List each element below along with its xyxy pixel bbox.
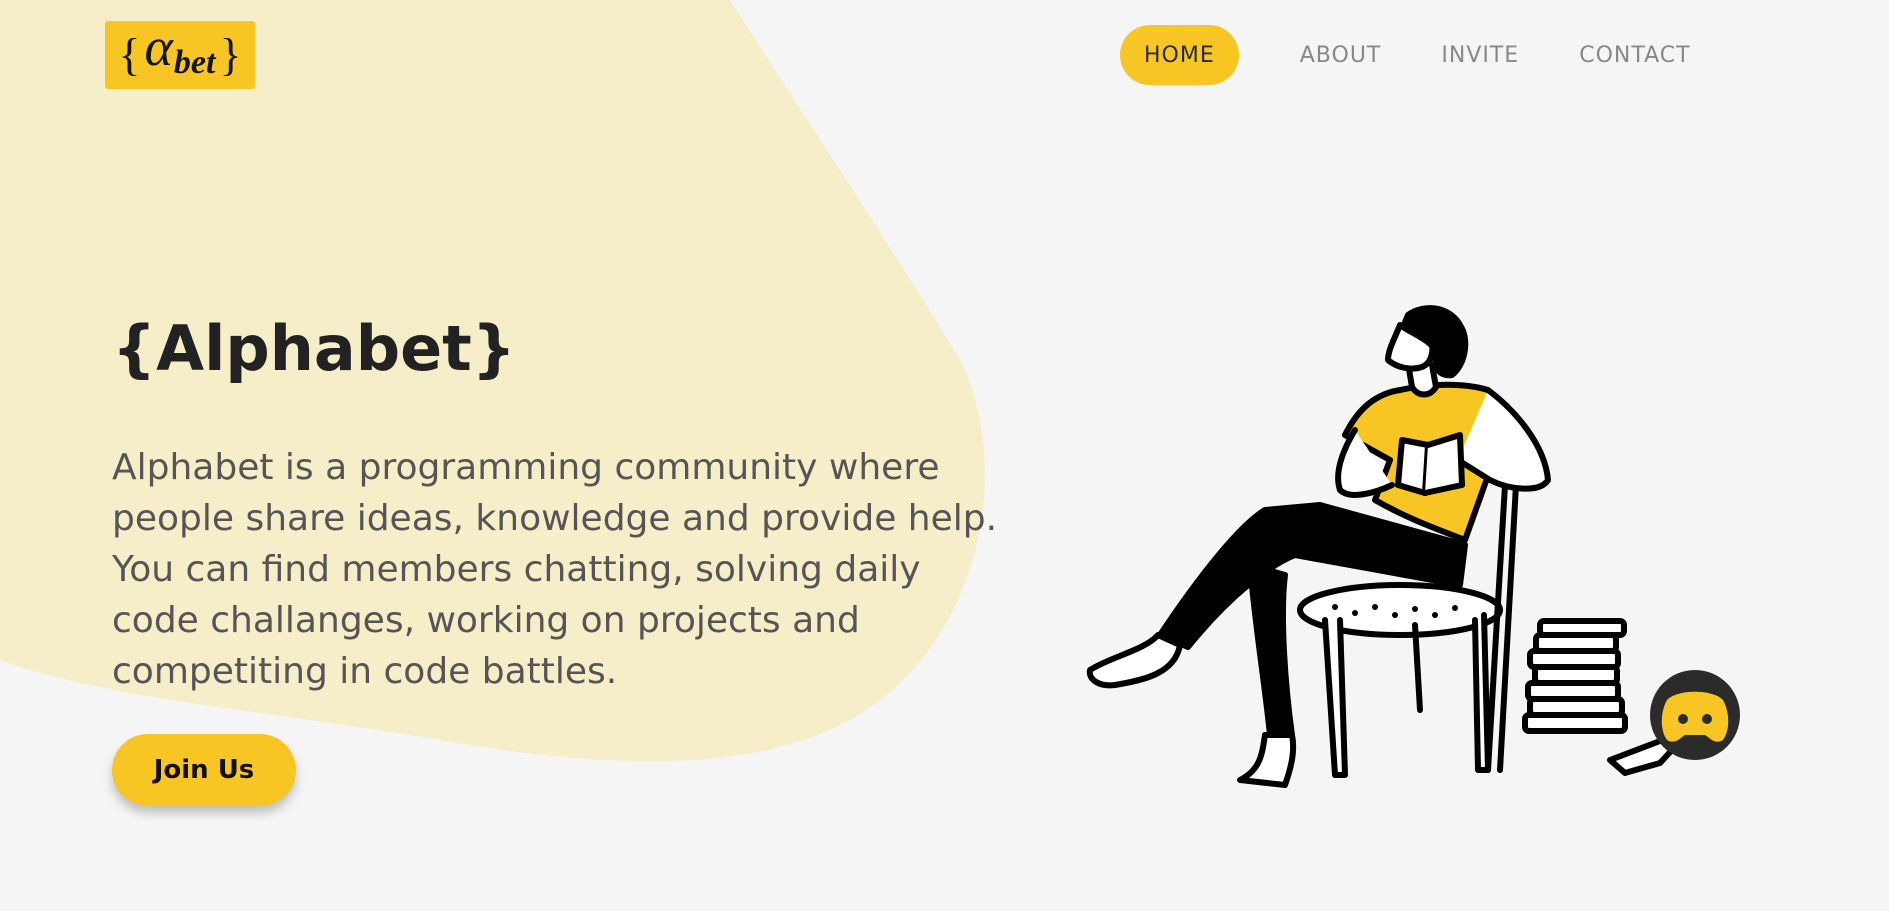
hero-illustration bbox=[1086, 305, 1740, 788]
logo-alpha: α bbox=[144, 17, 173, 77]
main-nav: HOME ABOUT INVITE CONTACT bbox=[1120, 25, 1727, 85]
discord-icon bbox=[1650, 670, 1740, 760]
hero-description-line: Alphabet is a programming community wher… bbox=[112, 447, 940, 488]
hero-description: Alphabet is a programming community wher… bbox=[112, 442, 1032, 697]
books-stack-icon bbox=[1522, 618, 1628, 734]
nav-about[interactable]: ABOUT bbox=[1276, 25, 1406, 85]
hero-title: {Alphabet} bbox=[112, 312, 516, 385]
hero-description-line: You can find members chatting, solving d… bbox=[112, 549, 921, 590]
hero-description-line: people share ideas, knowledge and provid… bbox=[112, 498, 998, 539]
logo-close-brace: } bbox=[219, 29, 242, 80]
hero-description-line: competiting in code battles. bbox=[112, 651, 618, 692]
logo-bet: bet bbox=[173, 44, 216, 81]
logo[interactable]: { α bet } bbox=[105, 17, 255, 89]
logo-open-brace: { bbox=[118, 29, 141, 80]
nav-invite[interactable]: INVITE bbox=[1417, 25, 1543, 85]
join-us-button[interactable]: Join Us bbox=[112, 734, 296, 806]
hero-description-line: code challanges, working on projects and bbox=[112, 600, 860, 641]
nav-contact[interactable]: CONTACT bbox=[1555, 25, 1714, 85]
nav-home[interactable]: HOME bbox=[1120, 25, 1239, 85]
